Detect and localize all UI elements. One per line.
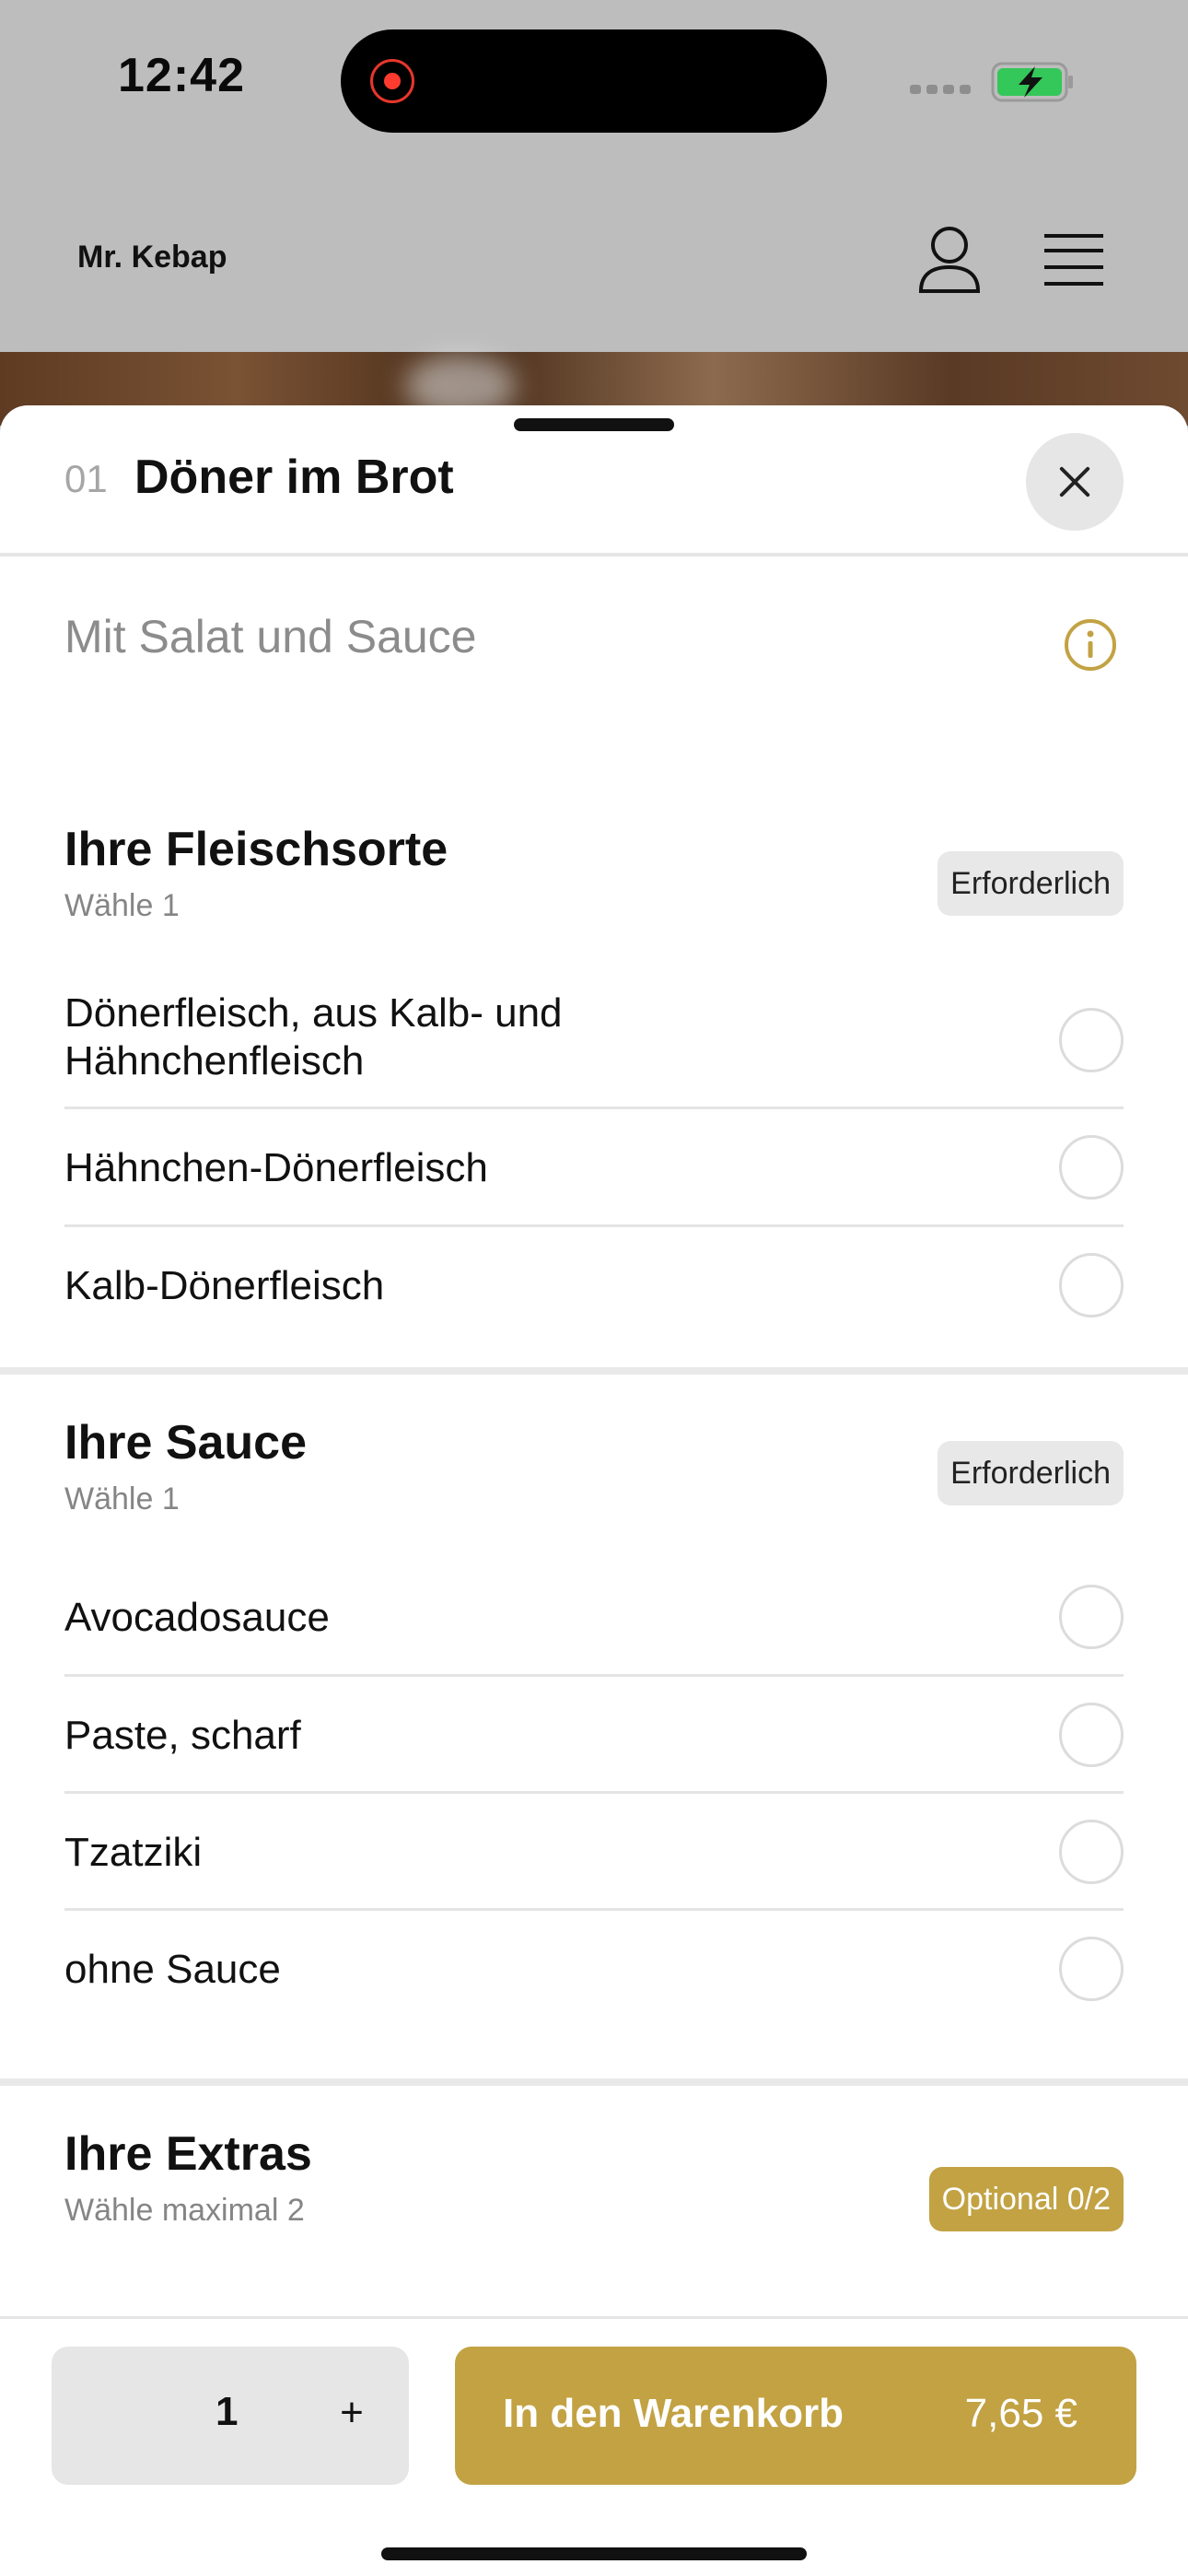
close-icon[interactable] [1026,433,1124,531]
section-divider [0,1367,1188,1375]
required-badge: Erforderlich [938,1441,1124,1505]
add-to-cart-label: In den Warenkorb [503,2391,844,2436]
section-divider [0,2078,1188,2086]
app-header: Mr. Kebap [0,175,1188,352]
user-icon[interactable] [917,225,982,293]
optional-badge: Optional 0/2 [928,2167,1124,2231]
cart-price: 7,65 € [964,2391,1077,2436]
option-label: Avocadosauce [64,1595,330,1640]
radio-button[interactable] [1059,1703,1124,1767]
radio-button[interactable] [1059,1937,1124,2001]
radio-button[interactable] [1059,1585,1124,1649]
group-subtitle: Wähle maximal 2 [64,2193,305,2228]
option-row[interactable]: Dönerfleisch, aus Kalb- und Hähnchenflei… [64,973,1124,1109]
group-title: Ihre Extras [64,2127,312,2181]
group-title: Ihre Sauce [64,1416,308,1469]
required-badge: Erforderlich [938,851,1124,916]
option-row[interactable]: Kalb-Dönerfleisch [64,1227,1124,1345]
item-number: 01 [64,457,108,500]
radio-button[interactable] [1059,1253,1124,1317]
option-group-extras: Ihre Extras Wähle maximal 2 Optional 0/2 [0,2086,1188,2325]
group-title: Ihre Fleischsorte [64,823,448,876]
option-label: ohne Sauce [64,1947,281,1992]
signal-icon [910,81,971,96]
option-label: Dönerfleisch, aus Kalb- und Hähnchenflei… [64,990,563,1083]
option-label: Hähnchen-Dönerfleisch [64,1145,488,1190]
product-sheet: 01 Döner im Brot Mit Salat und Sauce Ihr… [0,405,1188,2576]
quantity-value: 1 [215,2389,239,2434]
option-label: Tzatziki [64,1830,203,1875]
option-group-sauce: Ihre Sauce Wähle 1 Erforderlich Avocados… [0,1375,1188,2020]
option-row[interactable]: Avocadosauce [64,1559,1124,1677]
option-row[interactable]: Paste, scharf [64,1677,1124,1794]
option-row[interactable]: Hähnchen-Dönerfleisch [64,1109,1124,1227]
option-row[interactable]: ohne Sauce [64,1911,1124,2029]
group-subtitle: Wähle 1 [64,888,180,923]
sheet-header: 01 Döner im Brot [0,405,1188,556]
radio-button[interactable] [1059,1820,1124,1884]
battery-icon [991,62,1073,102]
group-subtitle: Wähle 1 [64,1481,180,1516]
radio-button[interactable] [1059,1135,1124,1200]
option-row[interactable]: Tzatziki [64,1794,1124,1911]
option-group-meat: Ihre Fleischsorte Wähle 1 Erforderlich D… [0,792,1188,1364]
status-time: 12:42 [118,49,245,102]
option-label: Kalb-Dönerfleisch [64,1263,385,1308]
product-title: Döner im Brot [134,451,454,504]
status-bar: 12:42 [0,0,1188,175]
cart-footer: 1 + In den Warenkorb 7,65 € [0,2316,1188,2576]
add-to-cart-button[interactable]: In den Warenkorb 7,65 € [455,2347,1136,2485]
brand-logo[interactable]: Mr. Kebap [77,240,227,275]
option-label: Paste, scharf [64,1713,301,1758]
info-icon[interactable] [1063,617,1118,673]
product-description: Mit Salat und Sauce [64,611,477,662]
menu-icon[interactable] [1042,230,1105,289]
increment-button[interactable]: + [324,2385,379,2441]
quantity-stepper[interactable]: 1 + [52,2347,409,2485]
home-indicator[interactable] [381,2547,807,2560]
radio-button[interactable] [1059,1008,1124,1072]
record-icon [370,59,414,103]
dynamic-island [341,29,827,133]
